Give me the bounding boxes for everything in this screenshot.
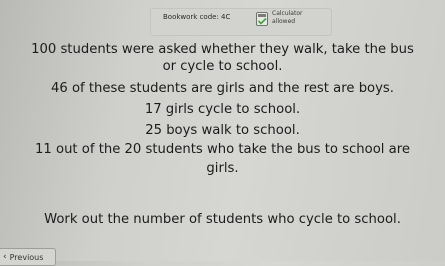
question-line: 11 out of the 20 students who take the b…: [35, 142, 410, 157]
question-text: 100 students were asked whether they wal…: [0, 41, 445, 177]
calculator-label-line2: allowed: [272, 18, 296, 25]
question-page: Bookwork code: 4C Calculator allowed 100…: [0, 0, 445, 266]
question-line: 46 of these students are girls and the r…: [50, 81, 394, 96]
calculator-label-line1: Calculator: [272, 10, 303, 17]
calculator-check-icon: [256, 12, 268, 26]
question-prompt: Work out the number of students who cycl…: [44, 212, 401, 227]
question-line: 100 students were asked whether they wal…: [31, 42, 414, 57]
previous-button[interactable]: ‹ Previous: [0, 248, 56, 266]
question-line: girls.: [206, 161, 239, 176]
question-line: 25 boys walk to school.: [145, 123, 300, 138]
question-line: or cycle to school.: [162, 59, 283, 74]
bookwork-code: Bookwork code: 4C: [163, 13, 231, 21]
calculator-allowed-label: Calculator allowed: [272, 10, 322, 26]
question-line: 17 girls cycle to school.: [144, 102, 301, 117]
previous-button-label: Previous: [9, 252, 44, 262]
